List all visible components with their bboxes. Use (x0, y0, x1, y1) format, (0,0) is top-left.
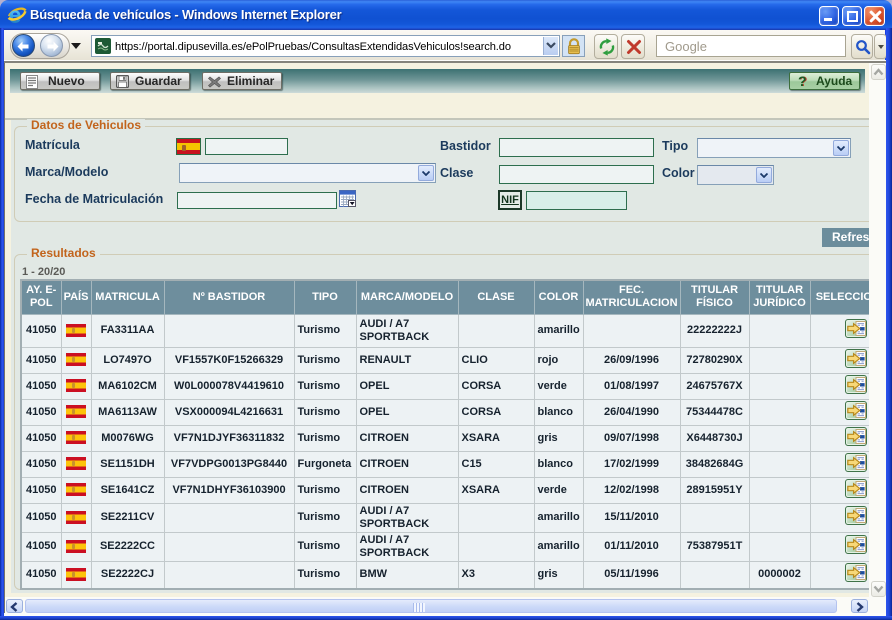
svg-text:e: e (9, 4, 22, 27)
